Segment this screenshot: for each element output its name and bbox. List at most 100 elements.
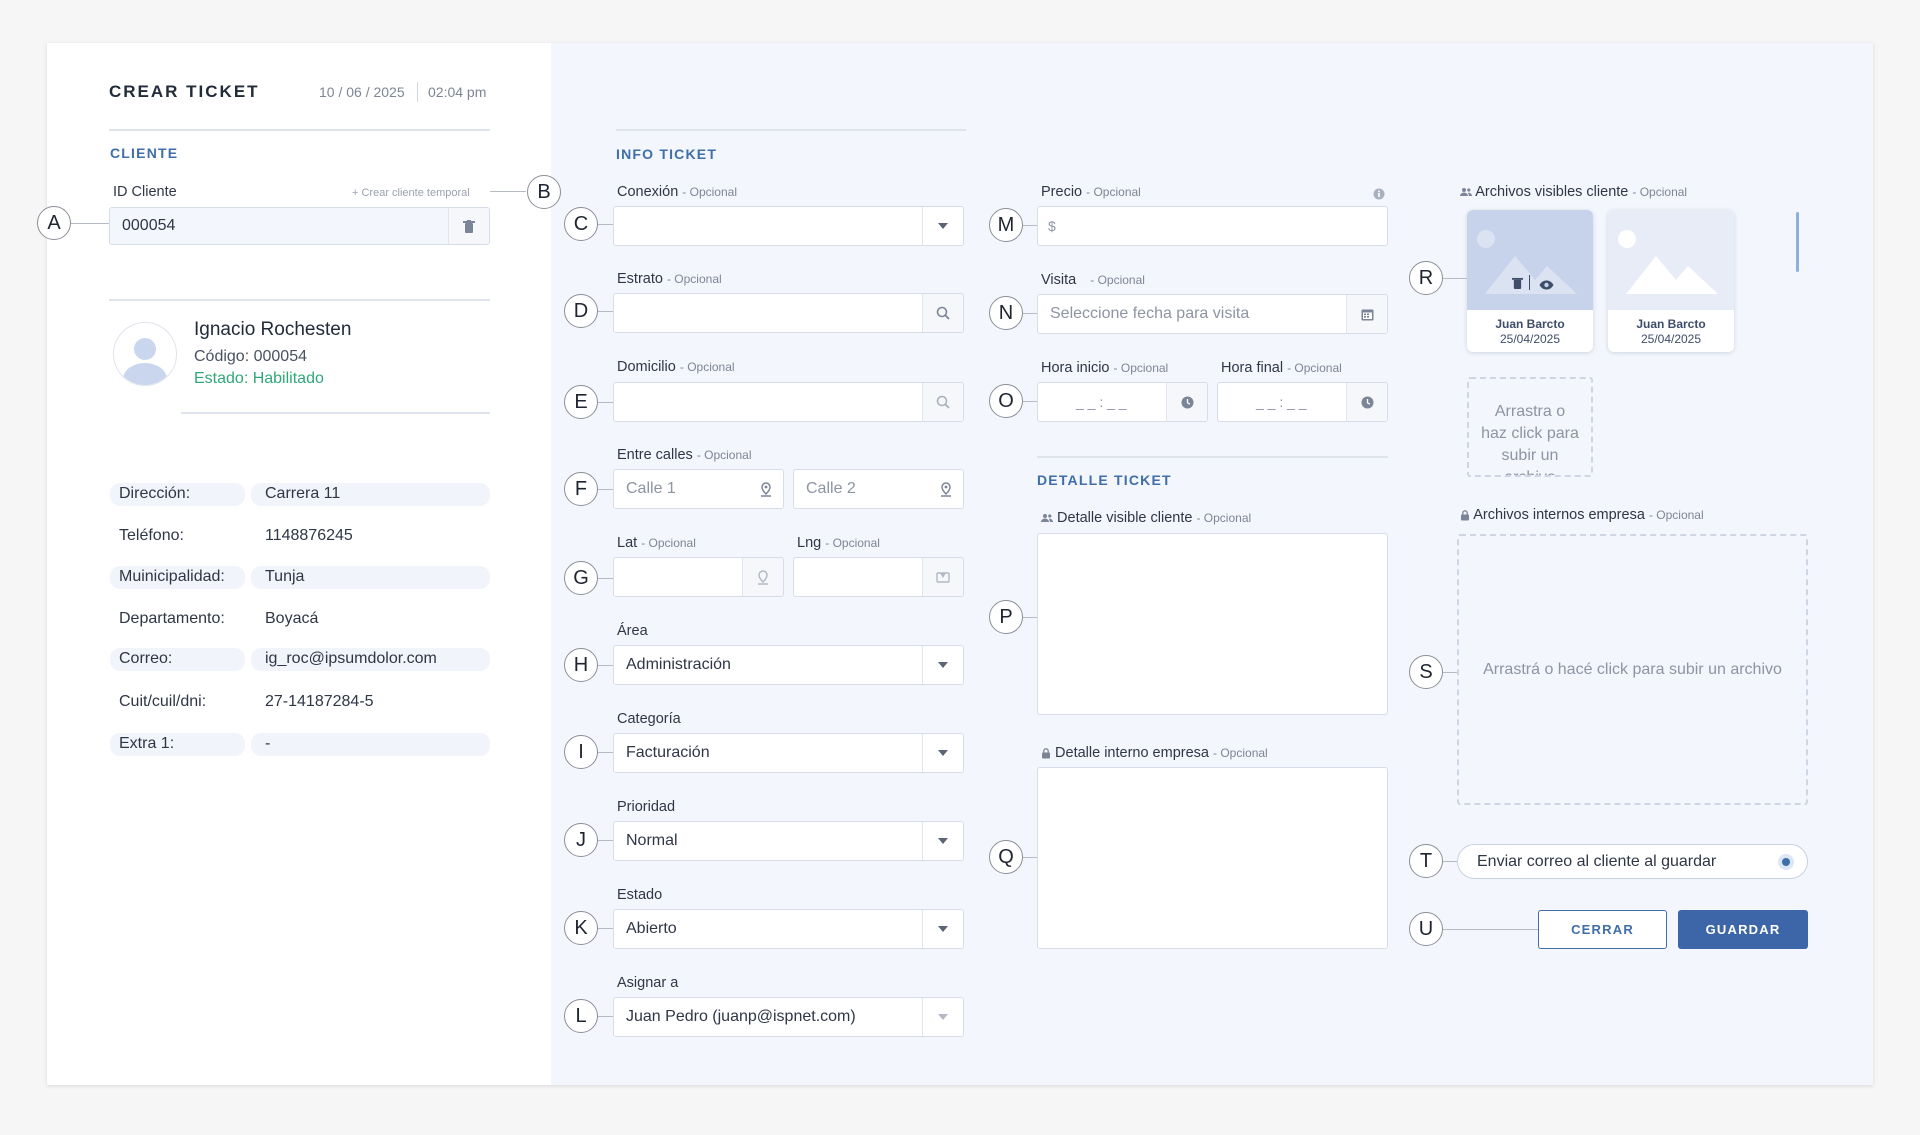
hora-inicio-input[interactable]: _ _ : _ _ (1037, 382, 1208, 422)
large-dropzone-text: Arrastrá o hacé click para subir un arch… (1483, 660, 1782, 678)
file-thumbnail[interactable]: Juan Barcto 25/04/2025 (1467, 210, 1593, 352)
estrato-label: Estrato - Opcional (617, 271, 722, 287)
calle-1-pin[interactable] (749, 470, 783, 508)
area-dropdown-button[interactable] (922, 646, 963, 684)
lat-input[interactable] (613, 557, 784, 597)
toggle-indicator[interactable] (1778, 854, 1794, 870)
optional-tag: - Opcional (666, 272, 722, 286)
entre-calles-label: Entre calles - Opcional (617, 447, 752, 463)
conexion-select[interactable] (613, 206, 964, 246)
categoria-select[interactable]: Facturación (613, 733, 964, 773)
detail-label: Dirección: (119, 485, 191, 502)
email-toggle[interactable]: Enviar correo al cliente al guardar (1457, 844, 1808, 879)
optional-tag: - Opcional (641, 536, 696, 550)
calle-1-input[interactable]: Calle 1 (613, 469, 784, 509)
id-cliente-input[interactable]: 000054 (109, 207, 490, 245)
scrollbar[interactable] (1796, 212, 1799, 272)
categoria-value: Facturación (626, 744, 710, 761)
prioridad-select[interactable]: Normal (613, 821, 964, 861)
prioridad-dropdown-button[interactable] (922, 822, 963, 860)
small-file-dropzone[interactable]: Arrastra o haz click para subir un archi… (1467, 377, 1593, 477)
area-label: Área (617, 623, 648, 639)
calle-1-placeholder: Calle 1 (626, 480, 676, 497)
cerrar-button[interactable]: CERRAR (1538, 910, 1667, 949)
file-date: 25/04/2025 (1499, 332, 1561, 346)
view-file-button[interactable] (1539, 277, 1554, 295)
detail-label: Muinicipalidad: (119, 568, 225, 585)
guardar-button[interactable]: GUARDAR (1678, 910, 1808, 949)
marker-connector (597, 489, 613, 490)
small-dropzone-text: Arrastra o haz click para subir un archi… (1481, 403, 1579, 475)
calendar-icon (1361, 309, 1373, 320)
asignar-dropdown-button[interactable] (922, 998, 963, 1036)
calle-2-pin[interactable] (929, 470, 963, 508)
delete-file-button[interactable] (1512, 276, 1523, 294)
marker-d: D (564, 294, 598, 328)
id-cliente-label: ID Cliente (113, 184, 177, 200)
calle-2-placeholder: Calle 2 (806, 480, 856, 497)
estado-select[interactable]: Abierto (613, 909, 964, 949)
marker-connector (490, 191, 526, 192)
categoria-label: Categoría (617, 711, 681, 727)
marker-connector (597, 224, 613, 225)
asignar-select[interactable]: Juan Pedro (juanp@ispnet.com) (613, 997, 964, 1037)
file-name: Juan Barcto (1636, 317, 1706, 331)
hora-inicio-label: Hora inicio - Opcional (1041, 360, 1168, 376)
estado-dropdown-button[interactable] (922, 910, 963, 948)
precio-input[interactable]: $ (1037, 206, 1388, 246)
conexion-dropdown-button[interactable] (922, 207, 963, 245)
marker-h: H (564, 648, 598, 682)
large-file-dropzone[interactable]: Arrastrá o hacé click para subir un arch… (1457, 534, 1808, 805)
create-temp-client-link[interactable]: + Crear cliente temporal (352, 187, 470, 199)
area-select[interactable]: Administración (613, 645, 964, 685)
lng-input[interactable] (793, 557, 964, 597)
domicilio-search-button[interactable] (922, 383, 963, 421)
categoria-dropdown-button[interactable] (922, 734, 963, 772)
optional-tag: - Opcional (1648, 508, 1704, 522)
chevron-down-icon (938, 750, 948, 756)
section-title-cliente: CLIENTE (110, 145, 179, 161)
marker-m: M (989, 208, 1023, 242)
trash-icon (463, 219, 475, 233)
optional-tag: - Opcional (682, 185, 737, 199)
header-divider (417, 82, 418, 102)
domicilio-input[interactable] (613, 382, 964, 422)
trash-icon (1512, 277, 1523, 289)
divider (1037, 456, 1388, 458)
calendar-button[interactable] (1346, 295, 1387, 333)
estrato-input[interactable] (613, 293, 964, 333)
detalle-visible-label: Detalle visible cliente - Opcional (1041, 510, 1251, 526)
detalle-visible-textarea[interactable] (1037, 533, 1388, 715)
hora-final-clock-button[interactable] (1346, 383, 1387, 421)
section-title-info: INFO TICKET (616, 146, 718, 162)
lng-label: Lng - Opcional (797, 535, 880, 551)
marker-connector (70, 223, 109, 224)
conexion-label-text: Conexión (617, 184, 679, 200)
hora-inicio-placeholder: _ _ : _ _ (1076, 394, 1127, 410)
estado-label: Estado (617, 887, 663, 903)
delete-client-button[interactable] (448, 208, 489, 244)
file-preview (1467, 210, 1593, 310)
optional-tag: - Opcional (679, 360, 735, 374)
detail-value: 1148876245 (265, 527, 353, 544)
lng-pin[interactable] (922, 558, 963, 596)
file-thumbnail[interactable]: Juan Barcto 25/04/2025 (1608, 210, 1734, 352)
detalle-interno-label: Detalle interno empresa - Opcional (1041, 745, 1268, 761)
image-icon (1477, 230, 1577, 294)
marker-connector (1022, 857, 1037, 858)
marker-connector (1022, 617, 1037, 618)
visita-placeholder: Seleccione fecha para visita (1050, 305, 1250, 322)
marker-connector (597, 311, 613, 312)
lat-pin[interactable] (742, 558, 783, 596)
detalle-interno-textarea[interactable] (1037, 767, 1388, 949)
hora-final-input[interactable]: _ _ : _ _ (1217, 382, 1388, 422)
estrato-search-button[interactable] (922, 294, 963, 332)
email-toggle-label: Enviar correo al cliente al guardar (1477, 852, 1717, 870)
archivos-internos-label-text: Archivos internos empresa (1473, 507, 1645, 523)
lat-label-text: Lat (617, 535, 638, 551)
marker-a: A (37, 206, 71, 240)
calle-2-input[interactable]: Calle 2 (793, 469, 964, 509)
info-icon[interactable] (1373, 188, 1385, 200)
visita-date-input[interactable]: Seleccione fecha para visita (1037, 294, 1388, 334)
hora-inicio-clock-button[interactable] (1166, 383, 1207, 421)
